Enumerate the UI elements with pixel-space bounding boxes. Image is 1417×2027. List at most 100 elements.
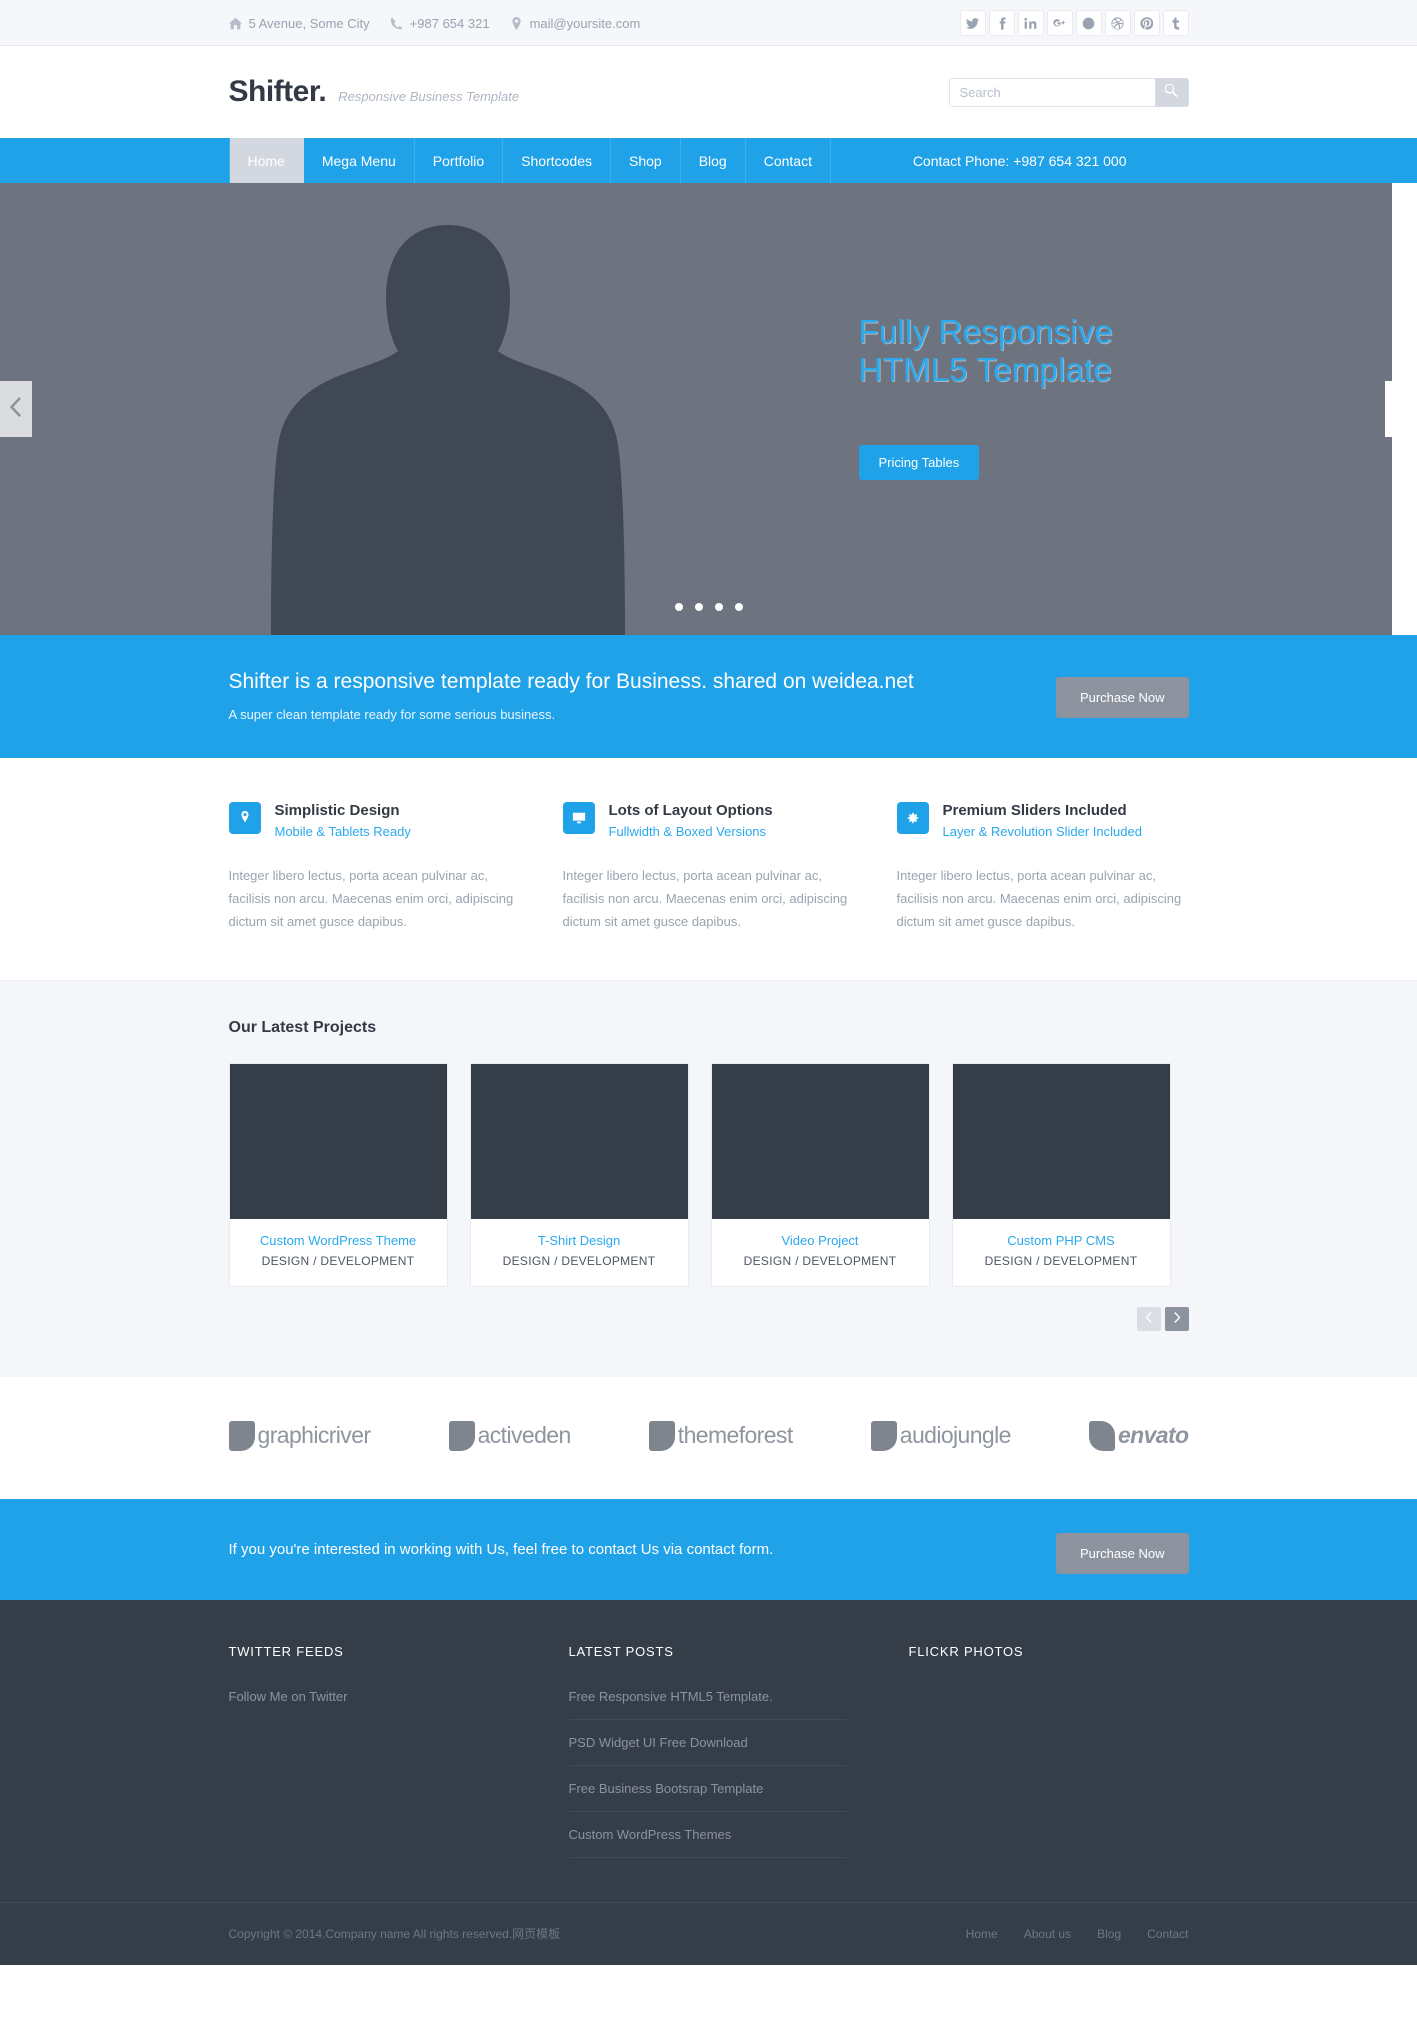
search-button[interactable]	[1154, 77, 1189, 107]
search-input[interactable]	[948, 77, 1155, 107]
top-cta-band: Shifter is a responsive template ready f…	[0, 635, 1417, 759]
nav-item-blog[interactable]: Blog	[681, 138, 746, 183]
address-item: 5 Avenue, Some City	[228, 15, 370, 31]
nav-item-mega-menu[interactable]: Mega Menu	[304, 138, 415, 183]
footer-heading: FLICKR PHOTOS	[908, 1643, 1024, 1659]
project-category: DESIGN / DEVELOPMENT	[261, 1253, 415, 1268]
slider-prev-button[interactable]	[0, 381, 32, 437]
purchase-now-button-top[interactable]: Purchase Now	[1055, 677, 1189, 718]
footer-link-about-us[interactable]: About us	[1024, 1927, 1071, 1941]
slider-dot-4[interactable]	[734, 603, 743, 611]
footer-heading: LATEST POSTS	[568, 1643, 674, 1659]
email-item: mail@yoursite.com	[510, 15, 641, 31]
linkedin-icon[interactable]	[1017, 10, 1044, 36]
slide-content: Fully Responsive HTML5 Template Pricing …	[858, 183, 1189, 480]
post-link[interactable]: Custom WordPress Themes	[569, 1812, 847, 1857]
dribbble-icon[interactable]	[1104, 10, 1131, 36]
footer-link-blog[interactable]: Blog	[1097, 1927, 1121, 1941]
feature-subtitle: Fullwidth & Boxed Versions	[608, 824, 767, 840]
project-category: DESIGN / DEVELOPMENT	[984, 1253, 1138, 1268]
logo-text: Shifter.	[228, 75, 327, 108]
project-card[interactable]: Custom PHP CMS DESIGN / DEVELOPMENT	[951, 1062, 1171, 1287]
latest-posts-list: Free Responsive HTML5 Template. PSD Widg…	[568, 1689, 847, 1858]
activeden-logo[interactable]: activeden	[448, 1420, 572, 1451]
list-item[interactable]: Custom WordPress Themes	[568, 1812, 847, 1858]
brand-label: activeden	[477, 1422, 572, 1448]
brand-label: audiojungle	[899, 1422, 1012, 1448]
feature-card-layout-options: Lots of Layout Options Fullwidth & Boxed…	[562, 802, 855, 933]
projects-title: Our Latest Projects	[228, 1018, 377, 1036]
graphicriver-logo[interactable]: graphicriver	[228, 1420, 371, 1451]
social-links	[959, 10, 1189, 36]
slider-dot-3[interactable]	[714, 603, 723, 611]
projects-next-button[interactable]	[1164, 1306, 1189, 1331]
slide-headline: Fully Responsive HTML5 Template	[858, 313, 1113, 388]
phone-item: +987 654 321	[390, 16, 490, 31]
top-cta-subline: A super clean template ready for some se…	[228, 707, 556, 723]
facebook-icon[interactable]	[988, 10, 1015, 36]
slider-dot-2[interactable]	[694, 603, 703, 611]
site-header: Shifter. Responsive Business Template	[0, 46, 1417, 138]
main-nav: Home Mega Menu Portfolio Shortcodes Shop…	[0, 138, 1417, 183]
site-footer: TWITTER FEEDS Follow Me on Twitter LATES…	[0, 1599, 1417, 1965]
project-card[interactable]: T-Shirt Design DESIGN / DEVELOPMENT	[469, 1062, 689, 1287]
project-title[interactable]: Custom WordPress Theme	[236, 1233, 441, 1248]
list-item[interactable]: Free Business Bootsrap Template	[568, 1766, 847, 1812]
pinterest-icon[interactable]	[1133, 10, 1160, 36]
nav-item-shortcodes[interactable]: Shortcodes	[503, 138, 611, 183]
list-item[interactable]: Free Responsive HTML5 Template.	[568, 1689, 847, 1720]
project-category: DESIGN / DEVELOPMENT	[743, 1253, 897, 1268]
projects-prev-button[interactable]	[1136, 1306, 1161, 1331]
brand-label: themeforest	[677, 1422, 793, 1448]
project-thumbnail	[711, 1063, 929, 1219]
email-text: mail@yoursite.com	[529, 15, 641, 31]
purchase-now-button-bottom[interactable]: Purchase Now	[1055, 1532, 1189, 1574]
pricing-tables-button[interactable]: Pricing Tables	[858, 445, 980, 480]
project-card[interactable]: Custom WordPress Theme DESIGN / DEVELOPM…	[228, 1062, 448, 1287]
project-title[interactable]: Video Project	[718, 1233, 923, 1248]
project-card[interactable]: Video Project DESIGN / DEVELOPMENT	[710, 1062, 930, 1287]
post-link[interactable]: Free Responsive HTML5 Template.	[569, 1689, 847, 1719]
themeforest-logo[interactable]: themeforest	[648, 1420, 793, 1451]
feature-body: Integer libero lectus, porta acean pulvi…	[896, 868, 1182, 929]
list-item[interactable]: PSD Widget UI Free Download	[568, 1720, 847, 1766]
envato-icon	[1088, 1420, 1115, 1451]
nav-item-shop[interactable]: Shop	[611, 138, 681, 183]
feature-title: Premium Sliders Included	[942, 802, 1127, 820]
feature-subtitle: Layer & Revolution Slider Included	[942, 824, 1142, 840]
post-link[interactable]: PSD Widget UI Free Download	[569, 1720, 847, 1765]
nav-menu: Home Mega Menu Portfolio Shortcodes Shop…	[228, 138, 831, 183]
address-text: 5 Avenue, Some City	[248, 15, 370, 31]
twitter-follow-text[interactable]: Follow Me on Twitter	[229, 1689, 507, 1704]
nav-item-contact[interactable]: Contact	[746, 138, 831, 183]
search-icon	[1164, 83, 1178, 100]
skype-icon[interactable]	[1075, 10, 1102, 36]
project-title[interactable]: Custom PHP CMS	[959, 1233, 1164, 1248]
envato-logo[interactable]: envato	[1088, 1420, 1189, 1451]
top-bar: 5 Avenue, Some City +987 654 321 mail@yo…	[0, 0, 1417, 46]
footer-link-home[interactable]: Home	[966, 1927, 998, 1941]
home-icon	[228, 17, 242, 30]
tumblr-icon[interactable]	[1162, 10, 1189, 36]
brand[interactable]: Shifter. Responsive Business Template	[229, 75, 520, 109]
copyright-text: Copyright © 2014.Company name All rights…	[228, 1927, 561, 1941]
nav-item-home[interactable]: Home	[228, 138, 304, 183]
brand-logos-section: graphicriver activeden themeforest audio…	[0, 1376, 1417, 1499]
themeforest-icon	[648, 1420, 675, 1451]
post-link[interactable]: Free Business Bootsrap Template	[569, 1766, 847, 1811]
chevron-right-icon	[1173, 1311, 1181, 1326]
slider-dot-1[interactable]	[674, 603, 683, 611]
phone-text: +987 654 321	[409, 15, 490, 31]
twitter-icon[interactable]	[959, 10, 986, 36]
project-category: DESIGN / DEVELOPMENT	[502, 1253, 656, 1268]
projects-section: Our Latest Projects Custom WordPress The…	[0, 979, 1417, 1377]
page-root: 5 Avenue, Some City +987 654 321 mail@yo…	[0, 0, 1417, 1965]
nav-item-portfolio[interactable]: Portfolio	[415, 138, 504, 183]
googleplus-icon[interactable]	[1046, 10, 1073, 36]
nav-phone: Contact Phone: +987 654 321 000	[912, 152, 1127, 169]
project-title[interactable]: T-Shirt Design	[477, 1233, 682, 1248]
projects-grid: Custom WordPress Theme DESIGN / DEVELOPM…	[228, 1062, 1189, 1287]
search-box[interactable]	[948, 77, 1189, 107]
audiojungle-logo[interactable]: audiojungle	[870, 1420, 1012, 1451]
footer-link-contact[interactable]: Contact	[1147, 1927, 1188, 1941]
